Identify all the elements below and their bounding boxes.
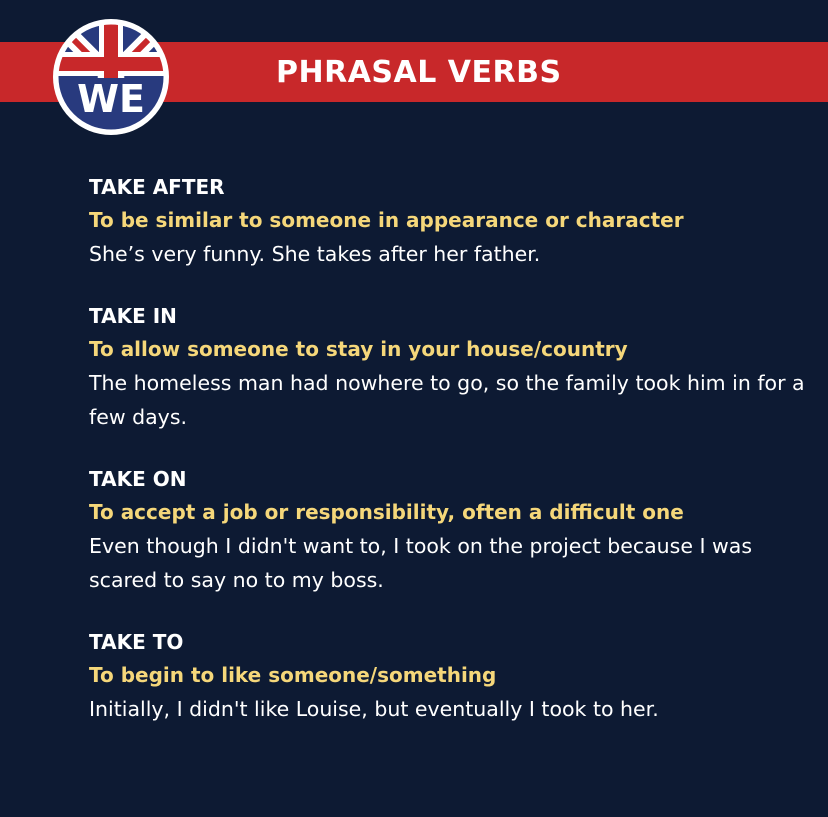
verb-example: She’s very funny. She takes after her fa… xyxy=(89,242,541,266)
verb-example: The homeless man had nowhere to go, so t… xyxy=(89,371,805,429)
verb-definition: To begin to like someone/something xyxy=(89,663,497,687)
verb-definition: To be similar to someone in appearance o… xyxy=(89,208,684,232)
verb-definition: To accept a job or responsibility, often… xyxy=(89,500,684,524)
phrasal-verb-list: TAKE AFTER To be similar to someone in a… xyxy=(89,171,809,755)
page-title: PHRASAL VERBS xyxy=(276,55,562,90)
union-jack-logo-icon: WE xyxy=(53,19,169,135)
verb-term: TAKE TO xyxy=(89,630,184,654)
verb-term: TAKE AFTER xyxy=(89,175,225,199)
list-item: TAKE AFTER To be similar to someone in a… xyxy=(89,171,809,271)
verb-example: Initially, I didn't like Louise, but eve… xyxy=(89,697,659,721)
verb-term: TAKE ON xyxy=(89,467,187,491)
logo-text: WE xyxy=(77,77,145,121)
list-item: TAKE ON To accept a job or responsibilit… xyxy=(89,463,809,597)
brand-logo: WE xyxy=(52,18,170,136)
verb-definition: To allow someone to stay in your house/c… xyxy=(89,337,628,361)
verb-term: TAKE IN xyxy=(89,304,177,328)
list-item: TAKE IN To allow someone to stay in your… xyxy=(89,300,809,434)
list-item: TAKE TO To begin to like someone/somethi… xyxy=(89,626,809,726)
verb-example: Even though I didn't want to, I took on … xyxy=(89,534,753,592)
